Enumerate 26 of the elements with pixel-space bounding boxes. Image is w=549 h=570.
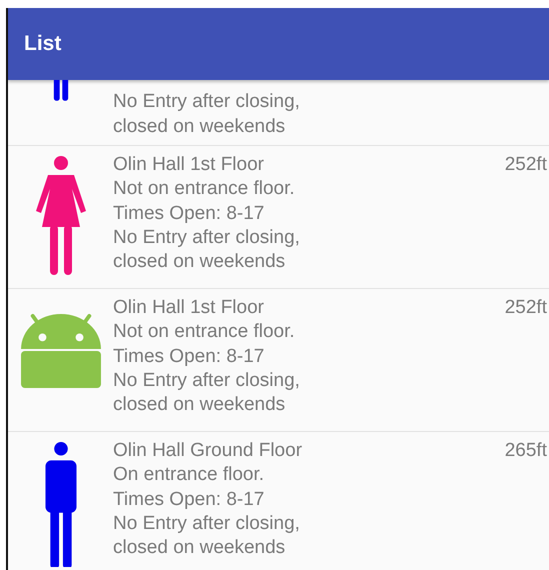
item-text: Times Open: 8-17 [113,344,266,369]
list-item[interactable]: Olin Hall 1st Floor Not on entrance floor. Times Open: 8-17 No Entry after closing, closed on weekends 252ft [8,289,549,432]
app-bar-title: List [24,32,62,56]
distance-label: 265ft [504,439,548,463]
item-text: Not on entrance floor. [113,177,296,202]
list-item[interactable]: No Entry after closing, closed on weekends [8,80,549,146]
item-text: Not on entrance floor. [113,320,296,344]
item-text: closed on weekends [113,114,286,139]
distance-label: 252ft [504,296,548,320]
item-text: No Entry after closing, [113,90,301,114]
item-text: No Entry after closing, [113,226,301,250]
list-item[interactable]: Olin Hall Ground Floor On entrance floor. Times Open: 8-17 No Entry after closing, closed on weekends 265ft [8,432,549,570]
item-text: On entrance floor. [113,463,266,488]
item-text: Olin Hall 1st Floor [113,296,265,320]
item-text: Times Open: 8-17 [113,202,266,226]
item-text: Times Open: 8-17 [113,488,266,512]
item-text: No Entry after closing, [113,512,301,536]
list-item[interactable]: Olin Hall 1st Floor Not on entrance floor. Times Open: 8-17 No Entry after closing, closed on weekends 252ft [8,146,549,289]
item-text: Olin Hall 1st Floor [113,153,265,177]
item-text: No Entry after closing, [113,368,301,393]
item-text: closed on weekends [113,536,286,560]
woman-icon [34,155,88,275]
item-text: closed on weekends [113,250,286,274]
item-text: Olin Hall Ground Floor [113,439,304,463]
distance-label: 252ft [504,153,548,177]
item-text: closed on weekends [113,393,286,418]
